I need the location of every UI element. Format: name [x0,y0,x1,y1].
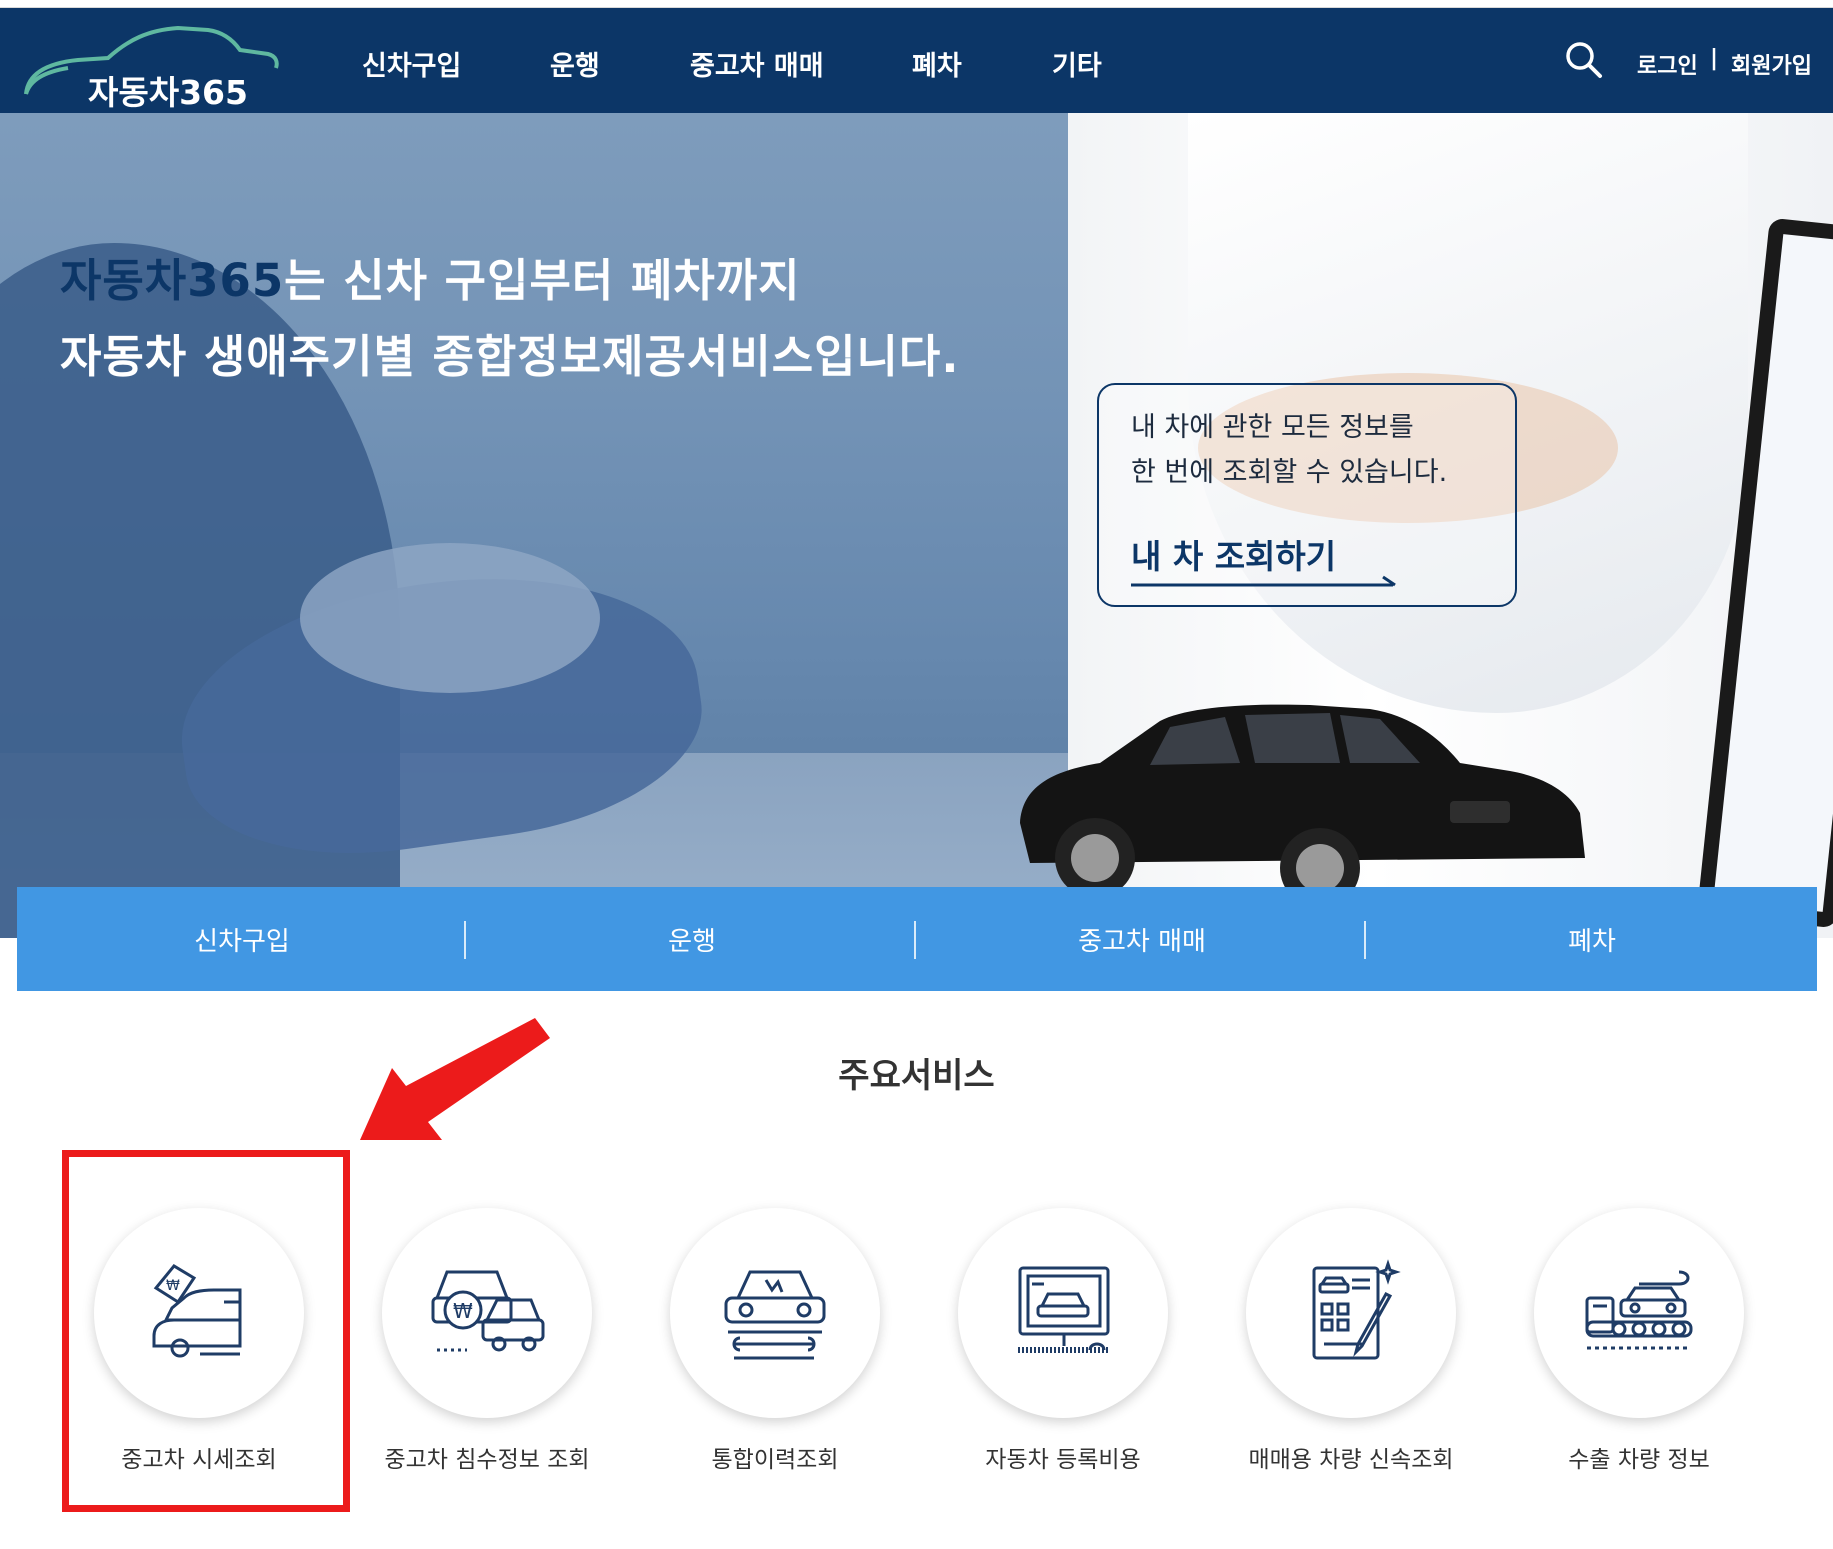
service-label: 중고차 침수정보 조회 [384,1447,590,1473]
hero-title-line2: 자동차 생애주기별 종합정보제공서비스입니다. [60,330,960,383]
browser-top-strip [0,0,1833,8]
service-registration-cost[interactable]: 자동차 등록비용 [932,1208,1192,1488]
long-arrow-right-icon [1131,575,1396,587]
service-label: 수출 차량 정보 [1568,1447,1710,1473]
service-icon-circle[interactable]: ₩ [94,1208,304,1418]
hero-title: 자동차365는 신차 구입부터 폐차까지 자동차 생애주기별 종합정보제공서비스… [60,243,959,395]
car-repair-history-icon [724,1270,826,1360]
hero-title-line1: 는 신차 구입부터 폐차까지 [284,254,801,307]
service-label: 중고차 시세조회 [121,1447,277,1473]
service-icon-circle[interactable] [1534,1208,1744,1418]
nav-used-car[interactable]: 중고차 매매 [690,44,824,84]
black-suv-image [1020,704,1585,893]
header-separator: | [1710,46,1719,71]
site-logo[interactable]: 자동차365 [18,18,280,112]
search-icon[interactable] [1562,38,1606,82]
service-icon-circle[interactable]: ₩ [382,1208,592,1418]
login-link[interactable]: 로그인 [1637,48,1698,80]
hero-banner: 자동차365는 신차 구입부터 폐차까지 자동차 생애주기별 종합정보제공서비스… [0,113,1833,938]
flood-car-icon: ₩ [431,1270,545,1352]
service-dealer-car-lookup[interactable]: 매매용 차량 신속조회 [1220,1208,1480,1488]
nav-driving[interactable]: 운행 [550,44,600,84]
quick-nav-label: 폐차 [1568,926,1616,957]
service-integrated-history[interactable]: 통합이력조회 [644,1208,904,1488]
red-arrow-annotation-icon [360,1018,550,1140]
service-icon-circle[interactable] [1246,1208,1456,1418]
quick-nav-bar: 신차구입 운행 중고차 매매 폐차 [17,887,1817,991]
service-icon-circle[interactable] [670,1208,880,1418]
quick-nav-used-car[interactable]: 중고차 매매 [917,887,1367,991]
callout-line2: 한 번에 조회할 수 있습니다. [1131,457,1448,488]
quick-nav-divider [464,921,466,959]
hero-title-brand: 자동차365 [60,254,285,307]
service-icon-circle[interactable] [958,1208,1168,1418]
service-flood-check[interactable]: ₩ 중고차 침수정보 조회 [356,1208,616,1488]
quick-nav-label: 중고차 매매 [1078,926,1206,957]
nav-etc[interactable]: 기타 [1052,44,1102,84]
callout-text: 내 차에 관한 모든 정보를 한 번에 조회할 수 있습니다. [1131,405,1447,495]
my-car-callout: 내 차에 관한 모든 정보를 한 번에 조회할 수 있습니다. 내 차 조회하기 [1097,383,1517,607]
nav-scrap[interactable]: 폐차 [912,44,962,84]
service-label: 자동차 등록비용 [985,1447,1141,1473]
export-truck-icon [1585,1270,1693,1350]
registration-cost-icon [1018,1266,1110,1353]
site-header: 자동차365 신차구입 운행 중고차 매매 폐차 기타 로그인 | 회원가입 [0,8,1833,113]
signup-link[interactable]: 회원가입 [1731,48,1812,80]
service-used-car-price[interactable]: ₩ 중고차 시세조회 [68,1208,328,1488]
svg-text:₩: ₩ [453,1299,473,1323]
used-car-price-icon: ₩ [152,1264,242,1358]
quick-nav-label: 신차구입 [194,926,290,957]
logo-text: 자동차365 [88,73,248,112]
service-label: 통합이력조회 [711,1447,839,1473]
quick-nav-divider [914,921,916,959]
hero-photo-left [0,113,1068,938]
quick-nav-new-car[interactable]: 신차구입 [17,887,467,991]
service-export-car-info[interactable]: 수출 차량 정보 [1508,1208,1768,1488]
my-car-lookup-link[interactable]: 내 차 조회하기 [1131,530,1336,578]
main-services-title: 주요서비스 [838,1056,995,1096]
svg-text:₩: ₩ [166,1278,180,1294]
callout-line1: 내 차에 관한 모든 정보를 [1131,412,1414,443]
nav-new-car[interactable]: 신차구입 [362,44,461,84]
quick-nav-label: 운행 [668,926,716,957]
quick-nav-scrap[interactable]: 폐차 [1367,887,1817,991]
quick-nav-driving[interactable]: 운행 [467,887,917,991]
service-label: 매매용 차량 신속조회 [1248,1447,1454,1473]
quick-nav-divider [1364,921,1366,959]
document-pen-icon [1312,1259,1401,1360]
